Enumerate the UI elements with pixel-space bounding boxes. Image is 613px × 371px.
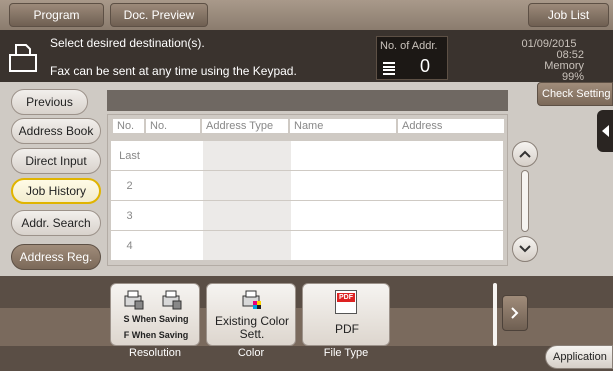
program-tab[interactable]: Program xyxy=(9,3,104,27)
pdf-file-icon: PDF xyxy=(335,290,357,314)
color-scanner-icon xyxy=(241,290,263,310)
previous-label: Previous xyxy=(26,95,73,109)
no-of-addr-label: No. of Addr. xyxy=(380,40,438,52)
doc-preview-label: Doc. Preview xyxy=(123,8,195,22)
color-value: Existing Color Sett. xyxy=(214,314,290,341)
header-address-type: Address Type xyxy=(202,119,288,133)
chevron-right-icon xyxy=(511,307,519,319)
resolution-button[interactable]: S When Saving F When Saving xyxy=(110,283,200,346)
sidebar-item-address-reg[interactable]: Address Reg. xyxy=(11,244,101,270)
application-label: Application xyxy=(553,351,607,363)
table-row[interactable]: 3 xyxy=(111,201,503,231)
scanner-icon xyxy=(161,290,183,310)
table-row[interactable]: Last xyxy=(111,141,503,171)
side-panel-toggle[interactable] xyxy=(597,110,613,152)
color-label: Color xyxy=(237,347,265,359)
sidebar-item-address-book[interactable]: Address Book xyxy=(11,118,101,144)
header-no-1: No. xyxy=(113,119,144,133)
chevron-left-icon xyxy=(602,125,609,137)
pdf-badge: PDF xyxy=(337,293,355,302)
chevron-down-icon xyxy=(519,245,531,253)
address-type-cell xyxy=(203,201,291,230)
file-type-value: PDF xyxy=(335,322,359,336)
list-icon xyxy=(383,62,395,75)
fax-icon xyxy=(7,40,39,74)
address-type-cell xyxy=(203,231,291,260)
row-number: 3 xyxy=(126,209,133,222)
file-type-label: File Type xyxy=(323,347,369,359)
table-row[interactable]: 2 xyxy=(111,171,503,201)
addr-count-value: 0 xyxy=(420,56,431,76)
resolution-value-2: F When Saving xyxy=(123,330,189,340)
function-scroll-indicator xyxy=(493,283,497,346)
row-number: 2 xyxy=(126,179,133,192)
check-setting-button[interactable]: Check Setting xyxy=(537,82,613,106)
address-type-cell xyxy=(203,171,291,200)
row-number: 4 xyxy=(126,239,133,252)
resolution-label: Resolution xyxy=(129,347,181,359)
scanner-icon xyxy=(123,290,145,310)
header-name: Name xyxy=(290,119,396,133)
program-label: Program xyxy=(33,8,80,22)
header-no-2: No. xyxy=(146,119,200,133)
sidebar-item-job-history[interactable]: Job History xyxy=(11,178,101,204)
status-line-1: Select desired destination(s). xyxy=(50,36,205,50)
sidebar-item-label: Job History xyxy=(25,184,87,198)
table-title-bar xyxy=(107,90,508,111)
header-address: Address xyxy=(398,119,504,133)
row-number: Last xyxy=(119,149,140,162)
sidebar-item-addr-search[interactable]: Addr. Search xyxy=(11,210,101,236)
file-type-button[interactable]: PDF PDF xyxy=(302,283,390,346)
check-setting-label: Check Setting xyxy=(542,88,611,100)
job-list-button[interactable]: Job List xyxy=(528,3,609,27)
function-next-button[interactable] xyxy=(502,295,528,331)
chevron-up-icon xyxy=(519,150,531,158)
sidebar-item-direct-input[interactable]: Direct Input xyxy=(11,148,101,174)
color-button[interactable]: Existing Color Sett. xyxy=(206,283,296,346)
doc-preview-tab[interactable]: Doc. Preview xyxy=(110,3,208,27)
job-list-label: Job List xyxy=(547,8,590,22)
sidebar-item-label: Direct Input xyxy=(25,154,87,168)
address-type-cell xyxy=(203,141,291,170)
status-line-2: Fax can be sent at any time using the Ke… xyxy=(50,64,297,78)
scroll-up-button[interactable] xyxy=(512,141,538,167)
application-button[interactable]: Application xyxy=(545,345,613,369)
sidebar-item-label: Address Book xyxy=(18,124,94,138)
scrollbar-track[interactable] xyxy=(521,170,529,232)
sidebar-item-label: Addr. Search xyxy=(21,216,91,230)
previous-button[interactable]: Previous xyxy=(11,89,88,115)
sidebar-item-label: Address Reg. xyxy=(19,250,93,264)
scroll-down-button[interactable] xyxy=(512,236,538,262)
table-row[interactable]: 4 xyxy=(111,231,503,261)
resolution-value-1: S When Saving xyxy=(123,314,189,324)
